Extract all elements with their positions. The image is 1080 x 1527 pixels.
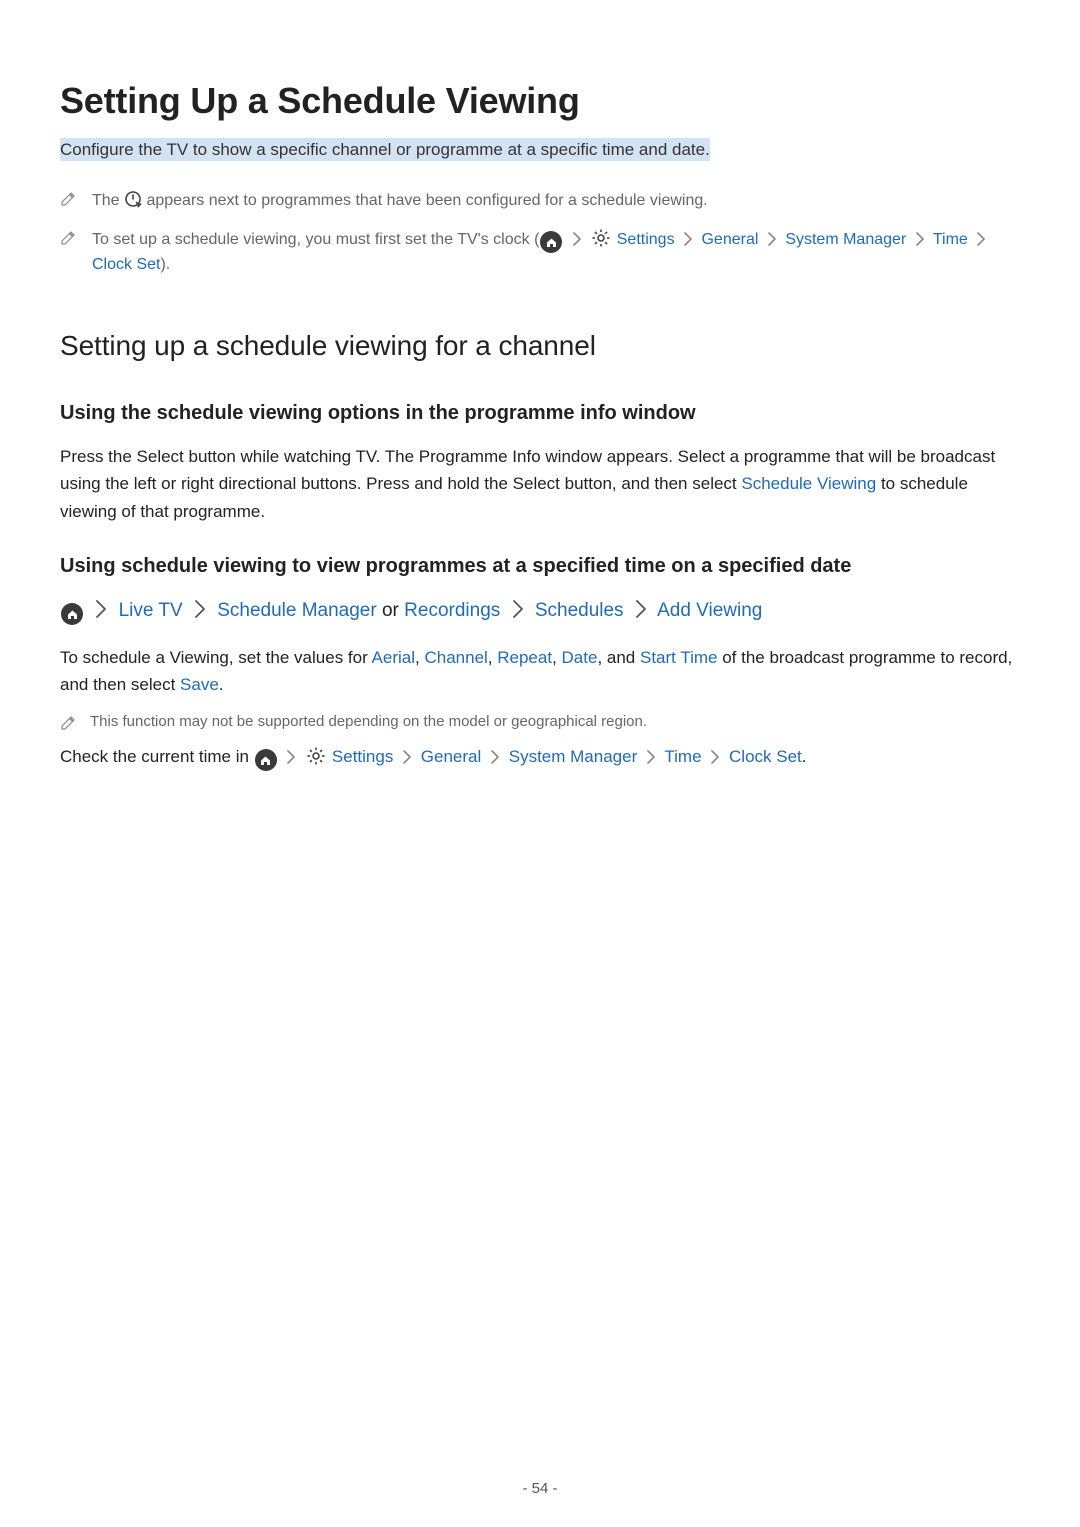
- link-schedule-manager[interactable]: Schedule Manager: [217, 600, 377, 621]
- home-icon: [540, 231, 562, 253]
- chevron-right-icon: [635, 600, 647, 618]
- note-text: This function may not be supported depen…: [90, 713, 647, 730]
- link-system-manager[interactable]: System Manager: [785, 231, 906, 248]
- link-settings[interactable]: Settings: [612, 231, 674, 248]
- body-text: Check the current time in: [60, 747, 254, 766]
- link-clock-set[interactable]: Clock Set: [729, 747, 802, 766]
- link-live-tv[interactable]: Live TV: [119, 600, 183, 621]
- chevron-right-icon: [767, 232, 777, 246]
- link-repeat[interactable]: Repeat: [497, 648, 552, 667]
- page-subtitle: Configure the TV to show a specific chan…: [60, 138, 710, 161]
- body-text: ,: [488, 648, 497, 667]
- link-aerial[interactable]: Aerial: [372, 648, 415, 667]
- subsection-heading: Using the schedule viewing options in th…: [60, 402, 1020, 425]
- link-clock-set[interactable]: Clock Set: [92, 256, 160, 273]
- subsection-heading: Using schedule viewing to view programme…: [60, 555, 1020, 578]
- link-system-manager[interactable]: System Manager: [509, 747, 638, 766]
- gear-icon: [591, 228, 611, 248]
- note-text: ).: [160, 256, 170, 273]
- link-start-time[interactable]: Start Time: [640, 648, 717, 667]
- note-item: This function may not be supported depen…: [60, 713, 1020, 731]
- gear-icon: [306, 746, 326, 766]
- page-title: Setting Up a Schedule Viewing: [60, 80, 1020, 122]
- body-paragraph: Press the Select button while watching T…: [60, 443, 1020, 525]
- link-schedule-viewing[interactable]: Schedule Viewing: [741, 474, 876, 493]
- note-item: To set up a schedule viewing, you must f…: [60, 228, 1020, 278]
- chevron-right-icon: [915, 232, 925, 246]
- note-text: appears next to programmes that have bee…: [142, 192, 708, 209]
- chevron-right-icon: [95, 600, 107, 618]
- body-text: .: [802, 747, 807, 766]
- link-time[interactable]: Time: [933, 231, 968, 248]
- note-text: The: [92, 192, 124, 209]
- body-paragraph: To schedule a Viewing, set the values fo…: [60, 644, 1020, 698]
- pencil-icon: [60, 230, 76, 246]
- body-text: To schedule a Viewing, set the values fo…: [60, 648, 372, 667]
- chevron-right-icon: [646, 750, 656, 764]
- menu-path: Live TV Schedule Manager or Recordings S…: [60, 596, 1020, 626]
- body-text: or: [377, 600, 404, 621]
- chevron-right-icon: [286, 750, 296, 764]
- chevron-right-icon: [402, 750, 412, 764]
- chevron-right-icon: [512, 600, 524, 618]
- link-general[interactable]: General: [421, 747, 481, 766]
- link-schedules[interactable]: Schedules: [535, 600, 624, 621]
- section-heading: Setting up a schedule viewing for a chan…: [60, 330, 1020, 362]
- link-recordings[interactable]: Recordings: [404, 600, 500, 621]
- link-settings[interactable]: Settings: [327, 747, 393, 766]
- chevron-right-icon: [572, 232, 582, 246]
- schedule-clock-icon: [124, 190, 142, 208]
- home-icon: [61, 603, 83, 625]
- home-icon: [255, 749, 277, 771]
- link-general[interactable]: General: [701, 231, 758, 248]
- body-text: .: [219, 675, 224, 694]
- pencil-icon: [60, 191, 76, 207]
- chevron-right-icon: [194, 600, 206, 618]
- chevron-right-icon: [710, 750, 720, 764]
- link-add-viewing[interactable]: Add Viewing: [657, 600, 762, 621]
- note-text: To set up a schedule viewing, you must f…: [92, 231, 539, 248]
- link-save[interactable]: Save: [180, 675, 219, 694]
- pencil-icon: [60, 715, 76, 731]
- chevron-right-icon: [683, 232, 693, 246]
- body-text: , and: [597, 648, 640, 667]
- page-number: - 54 -: [0, 1480, 1080, 1497]
- chevron-right-icon: [490, 750, 500, 764]
- link-date[interactable]: Date: [562, 648, 598, 667]
- chevron-right-icon: [976, 232, 986, 246]
- note-item: The appears next to programmes that have…: [60, 189, 1020, 214]
- body-paragraph: Check the current time in Settings Gener…: [60, 743, 1020, 772]
- link-time[interactable]: Time: [664, 747, 701, 766]
- body-text: ,: [552, 648, 561, 667]
- link-channel[interactable]: Channel: [424, 648, 487, 667]
